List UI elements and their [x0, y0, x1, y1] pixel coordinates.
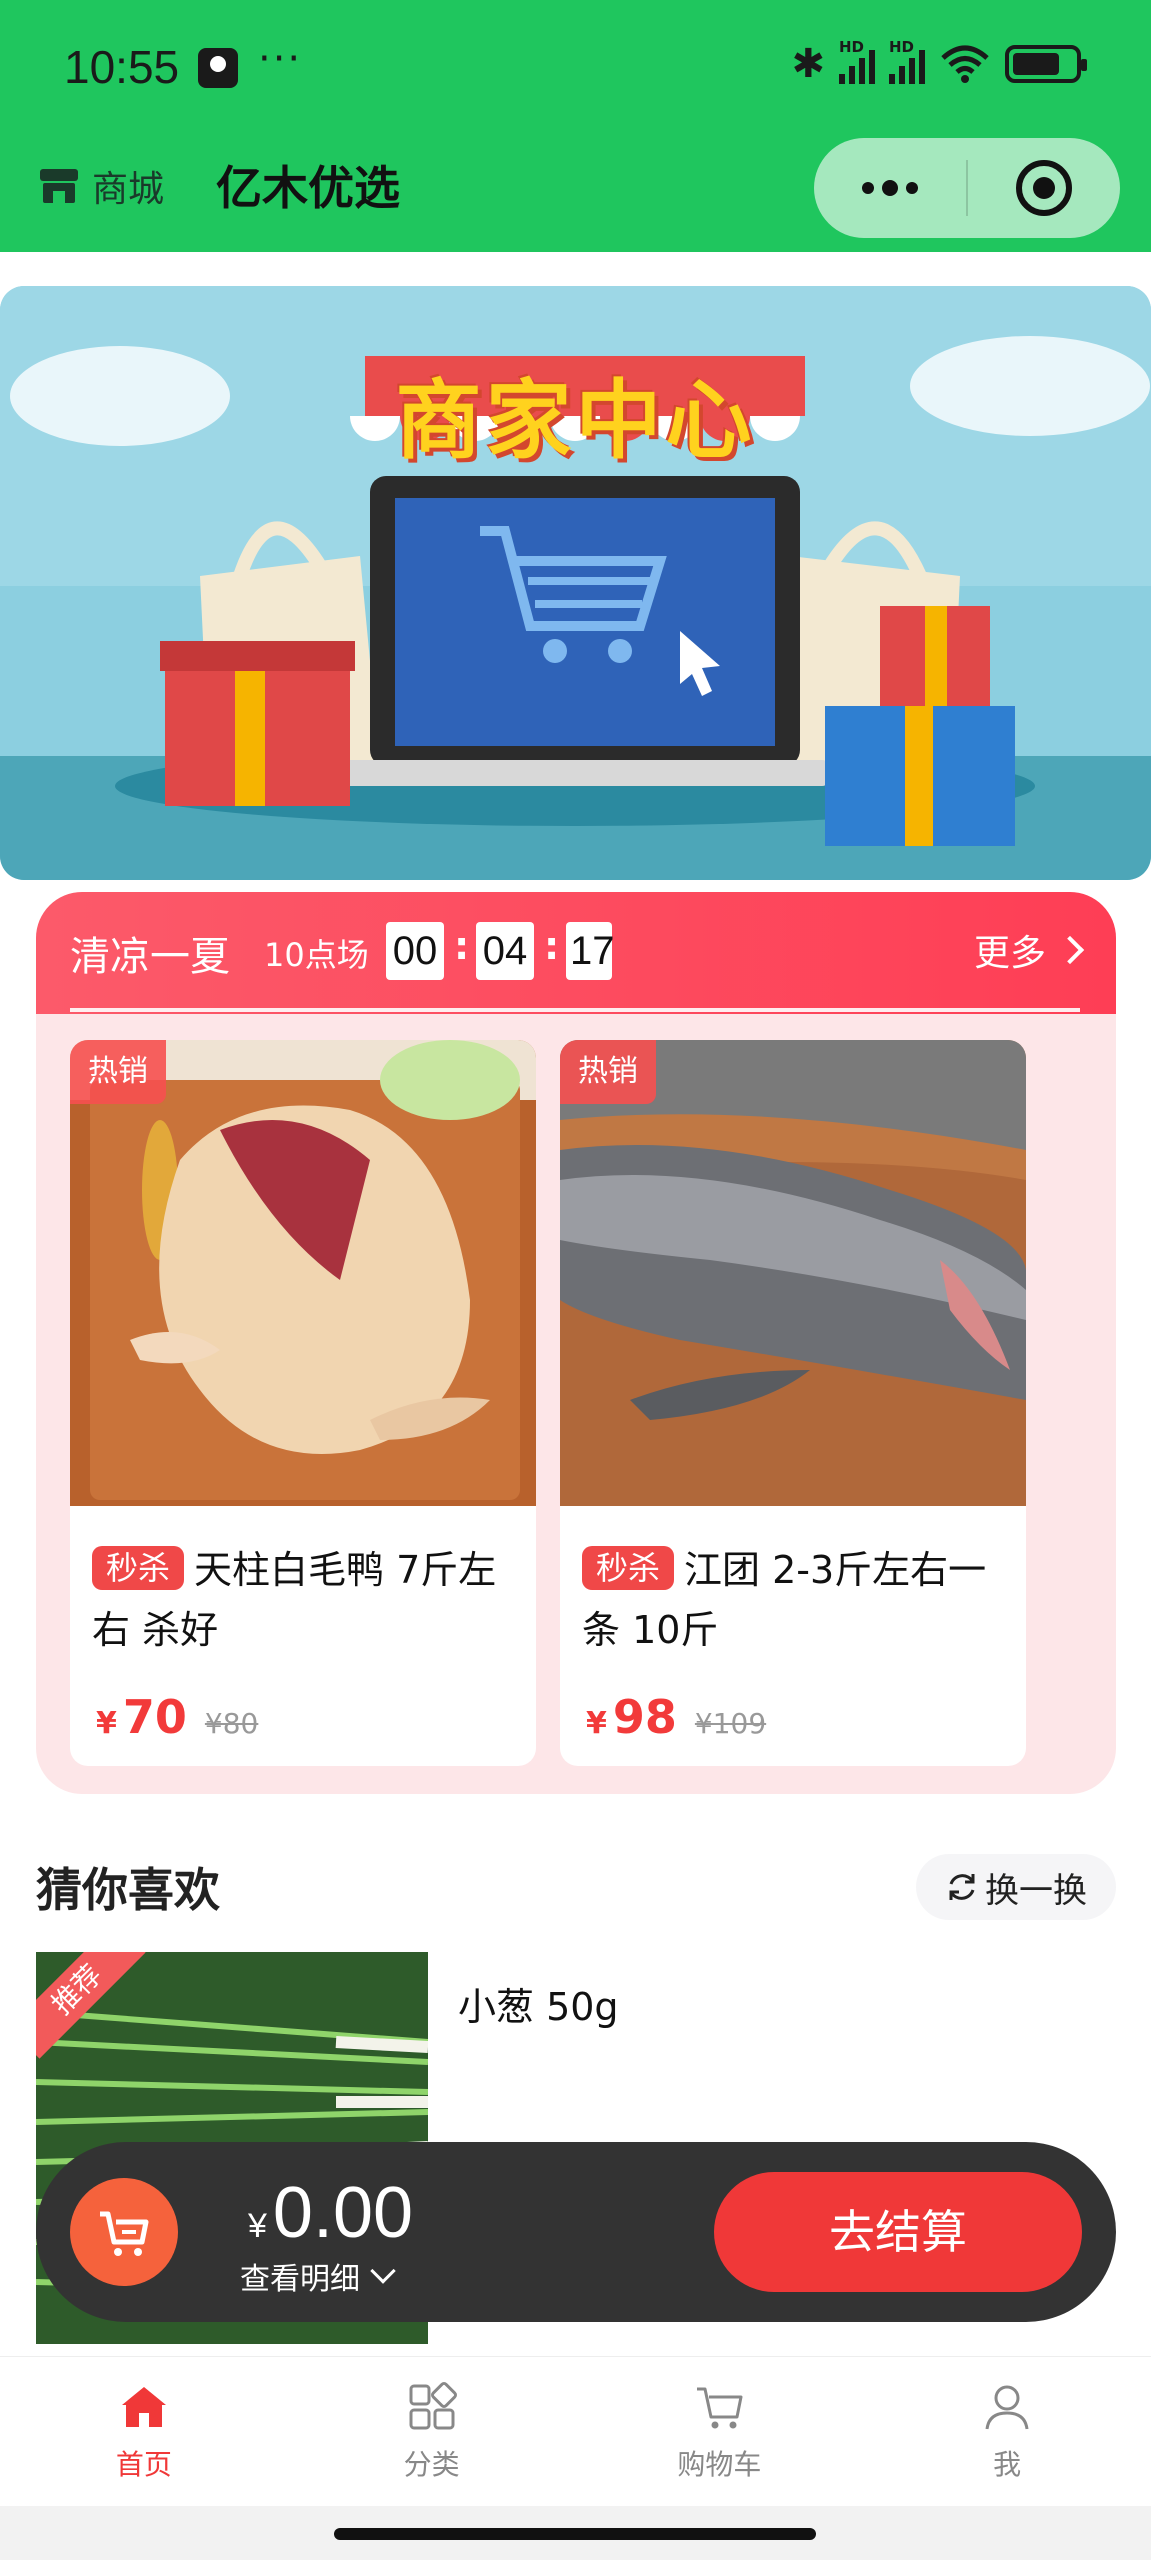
amount-value: 0.00 — [272, 2173, 414, 2253]
category-icon — [409, 2382, 457, 2430]
current-price: ¥98 — [586, 1690, 677, 1744]
product-image-fish — [560, 1040, 1026, 1506]
top-bar: 10:55 ··· ✱ HD HD 商城 亿木优选 — [0, 0, 1151, 252]
seckill-badge: 秒杀 — [92, 1546, 185, 1590]
wifi-icon — [941, 45, 989, 83]
more-menu-icon[interactable] — [814, 138, 966, 238]
flash-sale-more-link[interactable]: 更多 — [973, 924, 1085, 976]
flash-sale-product-card[interactable]: 热销 秒杀 江团 2-3斤左右一条 10斤 ¥98 ¥109 — [560, 1040, 1026, 1766]
recommended-product-name[interactable]: 小葱 50g — [458, 1976, 619, 2031]
flash-sale-product-card[interactable]: 热销 秒杀 天柱白毛鸭 7斤左右 杀好 ¥70 ¥80 — [70, 1040, 536, 1766]
tab-label: 购物车 — [677, 2448, 762, 2481]
product-image-duck — [70, 1040, 536, 1506]
more-label: 更多 — [973, 933, 1046, 974]
price-value: 98 — [612, 1690, 677, 1744]
chevron-right-icon — [1055, 935, 1085, 965]
refresh-icon — [949, 1874, 975, 1900]
close-program-icon[interactable] — [968, 138, 1120, 238]
banner-title: 商家中心 — [395, 371, 756, 471]
price-value: 70 — [122, 1690, 187, 1744]
shop-label: 商城 — [92, 169, 165, 210]
product-name: 秒杀 天柱白毛鸭 7斤左右 杀好 — [92, 1540, 514, 1660]
divider — [70, 1008, 1080, 1012]
flash-sale-header: 清凉一夏 10点场 00 : 04 : 17 更多 — [36, 892, 1116, 1014]
countdown-hours: 00 — [386, 922, 444, 980]
tab-me[interactable]: 我 — [863, 2357, 1151, 2506]
user-icon — [985, 2385, 1029, 2430]
countdown-seconds: 17 — [566, 922, 615, 980]
cart-button[interactable] — [70, 2178, 178, 2286]
signal-icon: HD — [889, 38, 925, 84]
flash-sale-title: 清凉一夏 — [70, 934, 230, 980]
cart-icon — [697, 2387, 743, 2429]
promo-banner[interactable]: 商家中心 — [0, 286, 1151, 880]
battery-icon — [1005, 45, 1087, 83]
tab-label: 我 — [993, 2448, 1022, 2481]
currency-symbol: ¥ — [96, 1706, 117, 1741]
flash-sale-session: 10点场 — [264, 936, 369, 974]
currency-symbol: ¥ — [248, 2207, 267, 2245]
original-price: ¥80 — [204, 1707, 259, 1740]
status-more-icon: ··· — [258, 36, 303, 82]
seckill-badge: 秒杀 — [582, 1546, 675, 1590]
notification-app-icon — [198, 48, 238, 88]
section-title: 猜你喜欢 — [36, 1863, 220, 1917]
cart-total: ¥0.00 — [248, 2172, 413, 2254]
refresh-label: 换一换 — [985, 1870, 1087, 1911]
original-price: ¥109 — [694, 1707, 767, 1740]
view-details-toggle[interactable]: 查看明细 — [240, 2254, 396, 2298]
chevron-down-icon — [370, 2258, 396, 2284]
bottom-tab-bar: 首页 分类 购物车 我 — [0, 2356, 1151, 2506]
tab-label: 首页 — [115, 2448, 172, 2481]
flash-sale-panel: 清凉一夏 10点场 00 : 04 : 17 更多 热销 秒杀 天柱白毛鸭 7斤左… — [36, 892, 1116, 1794]
checkout-button[interactable]: 去结算 — [714, 2172, 1082, 2292]
status-indicators: ✱ HD HD — [791, 38, 1087, 87]
countdown-minutes: 04 — [476, 922, 534, 980]
home-icon — [121, 2387, 166, 2427]
bluetooth-icon: ✱ — [791, 41, 825, 87]
refresh-button[interactable]: 换一换 — [916, 1854, 1116, 1920]
mini-program-capsule — [814, 138, 1120, 238]
hot-sale-tag: 热销 — [560, 1040, 656, 1104]
tab-home[interactable]: 首页 — [0, 2357, 288, 2506]
countdown-separator: : — [544, 924, 560, 968]
tab-cart[interactable]: 购物车 — [576, 2357, 864, 2506]
status-time: 10:55 — [64, 41, 180, 93]
page-title: 亿木优选 — [216, 161, 400, 215]
shopping-cart-icon — [100, 2211, 149, 2256]
product-price: ¥70 ¥80 — [96, 1690, 258, 1744]
product-name: 秒杀 江团 2-3斤左右一条 10斤 — [582, 1540, 1004, 1660]
tab-category[interactable]: 分类 — [288, 2357, 576, 2506]
tab-label: 分类 — [403, 2448, 460, 2481]
home-indicator[interactable] — [334, 2528, 816, 2540]
countdown-separator: : — [454, 924, 470, 968]
hot-sale-tag: 热销 — [70, 1040, 166, 1104]
current-price: ¥70 — [96, 1690, 187, 1744]
store-icon — [40, 169, 78, 203]
details-label: 查看明细 — [240, 2262, 360, 2297]
product-price: ¥98 ¥109 — [586, 1690, 766, 1744]
signal-icon: HD — [839, 38, 875, 84]
shop-link[interactable]: 商城 — [38, 160, 164, 212]
currency-symbol: ¥ — [586, 1706, 607, 1741]
cart-summary-bar: ¥0.00 查看明细 去结算 — [36, 2142, 1116, 2322]
